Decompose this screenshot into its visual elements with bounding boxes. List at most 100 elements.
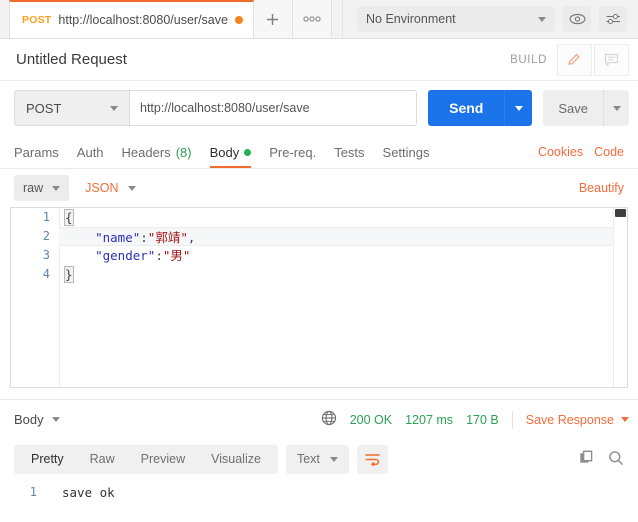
word-wrap-toggle[interactable] <box>356 444 388 474</box>
tab-auth-label: Auth <box>76 144 104 160</box>
search-icon[interactable] <box>608 450 624 469</box>
response-status-code: 200 OK <box>349 412 393 427</box>
globe-icon <box>321 410 337 429</box>
code-line: "name":"郭靖", <box>59 227 613 246</box>
response-body-viewer[interactable]: 1 save ok <box>0 479 638 522</box>
request-tab-strip: POST http://localhost:8080/user/save No … <box>0 0 638 39</box>
editor-scrollbar[interactable] <box>613 208 627 387</box>
line-number: 1 <box>42 210 50 224</box>
editor-scrollbar-thumb[interactable] <box>615 209 626 217</box>
build-label: BUILD <box>510 53 547 66</box>
environment-controls: No Environment <box>342 0 638 38</box>
editor-surface[interactable]: 1 2 3 4 { "name":"郭靖", "gender":"男" } <box>11 208 627 387</box>
send-options-button[interactable] <box>504 90 533 126</box>
comments-button[interactable] <box>594 43 629 76</box>
body-mode-selector[interactable]: raw <box>14 175 70 201</box>
url-bar: POST http://localhost:8080/user/save Sen… <box>0 81 638 136</box>
response-language-label: Text <box>296 452 320 466</box>
chevron-down-icon <box>514 105 523 111</box>
tab-overflow-button[interactable] <box>292 0 332 38</box>
response-code: save ok <box>52 483 638 502</box>
tab-params[interactable]: Params <box>14 136 59 168</box>
beautify-button[interactable]: Beautify <box>579 181 624 195</box>
line-number: 2 <box>42 229 50 243</box>
editor-line-numbers: 1 2 3 4 <box>11 208 60 387</box>
body-format-selector[interactable]: JSON <box>85 181 136 195</box>
response-line-numbers: 1 <box>0 483 46 502</box>
copy-icon[interactable] <box>579 450 595 469</box>
response-actions <box>579 450 629 469</box>
headers-count-badge: (8) <box>175 144 192 160</box>
code-token: { <box>64 209 74 226</box>
response-format-tabs: Pretty Raw Preview Visualize <box>14 444 278 474</box>
response-view-tabs: Pretty Raw Preview Visualize Text <box>0 439 638 479</box>
cookies-link[interactable]: Cookies <box>538 145 583 159</box>
response-language-selector[interactable]: Text <box>285 444 349 474</box>
request-tabs-links: Cookies Code <box>538 145 624 159</box>
tab-tests[interactable]: Tests <box>334 136 364 168</box>
chevron-down-icon <box>127 185 136 191</box>
body-toolbar: raw JSON Beautify <box>0 169 638 207</box>
code-token: "gender" <box>95 248 156 263</box>
tab-settings[interactable]: Settings <box>383 136 430 168</box>
send-button-group: Send <box>428 90 533 126</box>
manage-environments-button[interactable] <box>599 6 627 32</box>
response-body-label: Body <box>14 412 44 427</box>
save-options-button[interactable] <box>603 90 629 126</box>
http-method-selector[interactable]: POST <box>14 90 129 126</box>
save-response-button[interactable]: Save Response <box>526 413 629 427</box>
response-metrics: 200 OK 1207 ms 170 B Save Response <box>321 410 629 429</box>
request-tab-active[interactable]: POST http://localhost:8080/user/save <box>9 0 254 38</box>
save-button[interactable]: Save <box>543 90 603 126</box>
chevron-down-icon <box>329 456 338 462</box>
response-body-selector[interactable]: Body <box>14 412 60 427</box>
code-token: , <box>187 230 196 245</box>
chevron-down-icon <box>538 16 546 22</box>
editor-code[interactable]: { "name":"郭靖", "gender":"男" } <box>59 208 613 387</box>
code-link[interactable]: Code <box>594 145 624 159</box>
chevron-down-icon <box>612 105 621 111</box>
environment-selector[interactable]: No Environment <box>357 6 555 32</box>
tab-headers-label: Headers <box>121 144 171 160</box>
tab-list: POST http://localhost:8080/user/save <box>0 0 332 38</box>
tab-preview[interactable]: Preview <box>128 445 198 474</box>
http-method-label: POST <box>26 100 62 116</box>
tab-raw[interactable]: Raw <box>77 445 128 474</box>
tab-auth[interactable]: Auth <box>77 136 104 168</box>
tab-pretty[interactable]: Pretty <box>18 445 77 474</box>
request-name-row: Untitled Request BUILD <box>0 39 638 81</box>
tab-prerequest-label: Pre-req. <box>269 144 317 160</box>
tab-params-label: Params <box>14 144 59 160</box>
tab-url-label: http://localhost:8080/user/save <box>58 13 228 27</box>
line-number: 4 <box>42 267 50 281</box>
send-button[interactable]: Send <box>428 90 505 126</box>
response-size: 170 B <box>466 412 499 427</box>
request-title[interactable]: Untitled Request <box>16 51 127 68</box>
request-body-editor[interactable]: 1 2 3 4 { "name":"郭靖", "gender":"男" } <box>10 207 628 388</box>
body-format-label: JSON <box>85 181 119 195</box>
new-tab-button[interactable] <box>253 0 293 38</box>
tab-visualize[interactable]: Visualize <box>198 445 274 474</box>
postman-window: POST http://localhost:8080/user/save No … <box>0 0 638 522</box>
tab-prerequest[interactable]: Pre-req. <box>269 136 316 168</box>
chevron-down-icon <box>110 105 118 111</box>
code-token: : <box>140 230 148 245</box>
request-name-actions: BUILD <box>510 43 629 76</box>
url-input[interactable]: http://localhost:8080/user/save <box>129 90 418 126</box>
code-token: "男" <box>162 248 191 263</box>
request-section-tabs: Params Auth Headers (8) Body Pre-req. Te… <box>0 136 638 169</box>
edit-request-button[interactable] <box>557 43 592 76</box>
tab-headers[interactable]: Headers (8) <box>122 136 192 168</box>
divider <box>511 410 513 429</box>
tab-method-label: POST <box>22 14 52 26</box>
tab-body-label: Body <box>209 144 240 160</box>
response-status-bar: Body 200 OK 1207 ms 170 B Save Response <box>0 399 638 439</box>
tab-body[interactable]: Body <box>209 136 252 168</box>
chevron-down-icon <box>52 185 61 191</box>
code-token: : <box>155 248 163 263</box>
body-present-dot-icon <box>244 148 252 156</box>
line-number: 3 <box>42 248 50 262</box>
chevron-down-icon <box>51 417 60 422</box>
environment-quick-look-button[interactable] <box>563 6 591 32</box>
